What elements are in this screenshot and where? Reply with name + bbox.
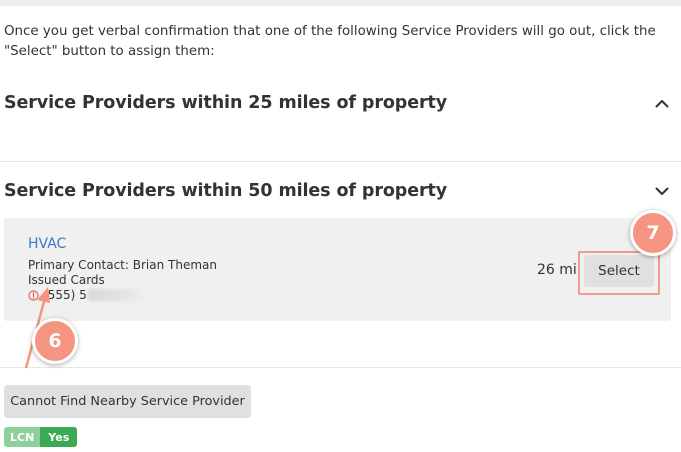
section-title: Service Providers within 50 miles of pro… (4, 181, 448, 201)
provider-contact: Primary Contact: Brian Theman (28, 258, 217, 272)
top-strip (0, 0, 681, 6)
section-divider (0, 161, 681, 162)
provider-phone-row: (555) 5 (28, 288, 148, 302)
section-title: Service Providers within 25 miles of pro… (4, 93, 448, 113)
provider-name-link[interactable]: HVAC (28, 236, 66, 252)
badge-key: LCN (4, 427, 41, 447)
annotation-marker-6: 6 (32, 318, 78, 364)
chevron-down-icon[interactable] (652, 181, 672, 201)
select-button[interactable]: Select (584, 255, 654, 287)
section-50-miles-header[interactable]: Service Providers within 50 miles of pro… (4, 176, 672, 206)
warning-circle-icon (28, 289, 39, 301)
provider-distance: 26 mi (537, 262, 577, 278)
provider-issued-cards: Issued Cards (28, 273, 105, 287)
section-25-miles-header[interactable]: Service Providers within 25 miles of pro… (4, 88, 672, 118)
provider-phone: (555) 5 (43, 288, 87, 302)
instructions-text: Once you get verbal confirmation that on… (4, 24, 656, 59)
cannot-find-provider-button[interactable]: Cannot Find Nearby Service Provider (4, 385, 251, 418)
redacted-blur (87, 289, 148, 301)
lcn-status-badge: LCN Yes (4, 427, 78, 447)
provider-card: HVAC Primary Contact: Brian Theman Issue… (4, 218, 671, 321)
chevron-up-icon[interactable] (652, 93, 672, 113)
annotation-marker-7: 7 (630, 210, 676, 256)
section-divider (0, 367, 681, 368)
badge-value: Yes (40, 427, 78, 447)
